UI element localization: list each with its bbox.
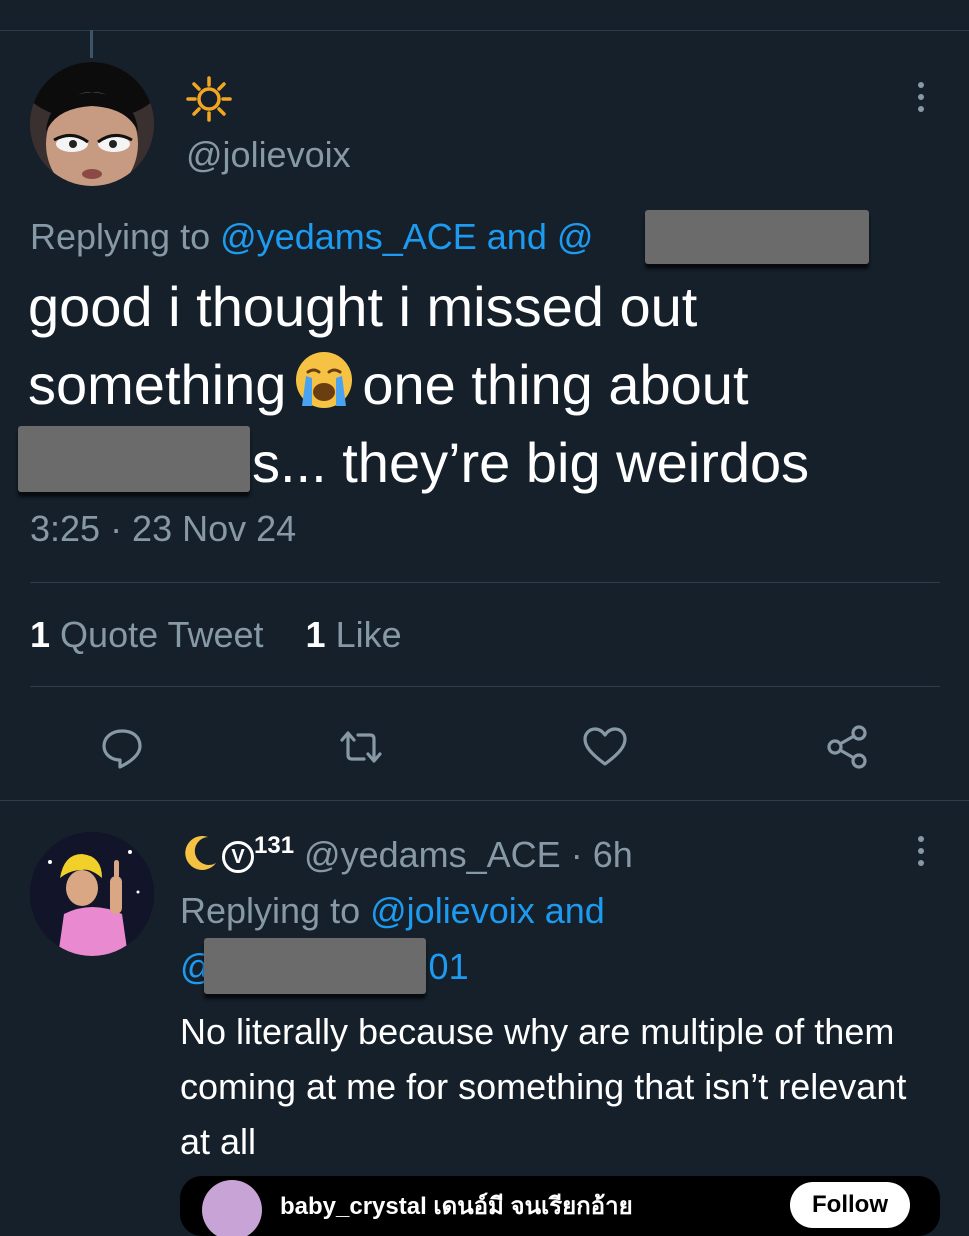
replying-and: and <box>486 216 547 257</box>
loudly-crying-face-icon <box>292 348 356 412</box>
replying-user-link[interactable]: @jolievoix <box>370 890 535 931</box>
replying-and: and <box>544 890 605 931</box>
redaction-box <box>645 210 869 264</box>
circled-letter-badge: V <box>222 841 254 873</box>
redaction-box <box>18 426 250 492</box>
redaction-box <box>204 938 426 994</box>
reply-replying-to-line: Replying to @jolievoix and <box>180 890 605 932</box>
engagement-stats: 1 Quote Tweet 1 Like <box>30 614 402 656</box>
likes-link[interactable]: 1 Like <box>306 614 402 655</box>
more-options-icon[interactable] <box>916 836 926 870</box>
follow-card[interactable]: baby_crystal เดนอ์มี จนเรียกอ้าย Follow <box>180 1176 940 1236</box>
like-icon[interactable] <box>580 722 630 772</box>
card-title: baby_crystal เดนอ์มี จนเรียกอ้าย <box>280 1193 633 1220</box>
share-icon[interactable] <box>823 722 873 772</box>
top-divider <box>0 30 969 31</box>
quote-tweets-link[interactable]: 1 Quote Tweet <box>30 614 264 655</box>
tweet-text-line: good i thought i missed out <box>28 275 698 338</box>
avatar-jolievoix-image <box>30 62 154 186</box>
replying-prefix: Replying to <box>180 890 361 931</box>
avatar[interactable] <box>30 62 154 186</box>
divider <box>0 800 969 801</box>
sun-emoji-icon <box>186 76 232 122</box>
retweet-icon[interactable] <box>336 722 386 772</box>
reply-author-line: V 131 @yedams_ACE · 6h <box>180 832 633 876</box>
crescent-moon-icon <box>180 833 220 873</box>
divider <box>30 686 940 687</box>
card-avatar <box>202 1180 262 1236</box>
reply-icon[interactable] <box>97 722 147 772</box>
avatar[interactable] <box>30 832 154 956</box>
replying-user-link[interactable]: @yedams_ACE <box>220 216 477 257</box>
divider <box>30 582 940 583</box>
badge-number: 131 <box>254 832 295 859</box>
avatar-yedams-image <box>30 832 154 956</box>
reply-age: · 6h <box>570 834 633 875</box>
more-options-icon[interactable] <box>916 82 926 116</box>
follow-button[interactable]: Follow <box>790 1182 910 1228</box>
thread-connector <box>90 30 93 58</box>
reply-text: No literally because why are multiple of… <box>180 1011 907 1162</box>
replying-prefix: Replying to <box>30 216 211 257</box>
reply-author-handle[interactable]: @yedams_ACE <box>304 834 561 875</box>
tweet-timestamp[interactable]: 3:25 · 23 Nov 24 <box>30 508 296 550</box>
tweet-text-line: something one thing about <box>28 346 958 424</box>
author-handle[interactable]: @jolievoix <box>186 134 351 176</box>
